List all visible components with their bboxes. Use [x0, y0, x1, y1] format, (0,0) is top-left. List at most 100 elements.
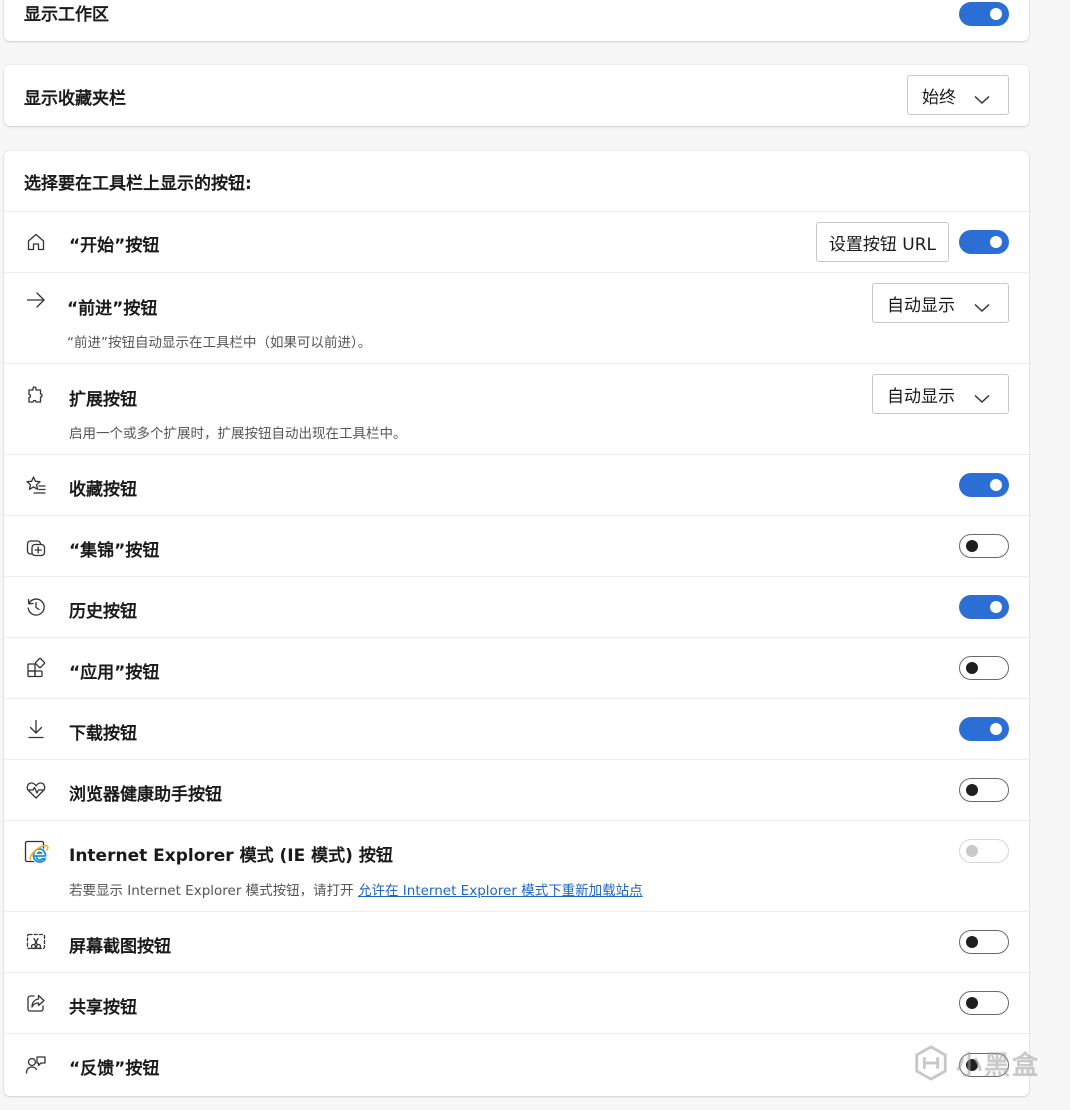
collections-toggle[interactable]: [959, 534, 1009, 558]
set-button-url-button[interactable]: 设置按钮 URL: [815, 222, 949, 262]
toolbar-item-home: “开始”按钮 设置按钮 URL: [4, 211, 1029, 272]
toolbar-item-extensions: 扩展按钮 启用一个或多个扩展时，扩展按钮自动出现在工具栏中。 自动显示: [4, 363, 1029, 454]
watermark: 小黑盒: [912, 1044, 1040, 1082]
share-label: 共享按钮: [69, 998, 137, 1018]
screenshot-icon: [25, 931, 47, 953]
show-workspaces-controls: [959, 2, 1009, 26]
show-workspaces-text: 显示工作区: [24, 0, 109, 25]
favorites-bar-text: 显示收藏夹栏: [24, 84, 126, 109]
toolbar-item-apps: “应用”按钮: [4, 637, 1029, 698]
favorites-toggle[interactable]: [959, 473, 1009, 497]
home-label: “开始”按钮: [69, 236, 160, 256]
extensions-select-value: 自动显示: [887, 386, 955, 407]
forward-select-value: 自动显示: [887, 295, 955, 316]
forward-text: “前进”按钮 “前进”按钮自动显示在工具栏中（如果可以前进）。: [67, 294, 371, 351]
downloads-controls: [959, 717, 1009, 741]
toolbar-buttons-card: 选择要在工具栏上显示的按钮: “开始”按钮 设置按钮 URL “前进”按钮 “前…: [4, 151, 1029, 1096]
toolbar-item-forward: “前进”按钮 “前进”按钮自动显示在工具栏中（如果可以前进）。 自动显示: [4, 272, 1029, 363]
favorites-controls: [959, 473, 1009, 497]
screenshot-label: 屏幕截图按钮: [69, 937, 171, 957]
feedback-text: “反馈”按钮: [69, 1054, 159, 1079]
downloads-label: 下载按钮: [69, 724, 137, 744]
watermark-text: 小黑盒: [955, 1050, 1040, 1081]
apps-label: “应用”按钮: [69, 663, 160, 683]
toggle-knob: [990, 601, 1002, 613]
toolbar-item-screenshot: 屏幕截图按钮: [4, 911, 1029, 972]
extensions-label: 扩展按钮: [69, 390, 137, 410]
share-text: 共享按钮: [69, 993, 137, 1018]
history-text: 历史按钮: [69, 597, 137, 622]
apps-icon: [25, 657, 47, 679]
feedback-icon: [25, 1054, 47, 1076]
show-workspaces-label: 显示工作区: [24, 5, 109, 25]
collections-icon: [25, 536, 47, 558]
history-icon: [25, 596, 47, 618]
collections-label: “集锦”按钮: [69, 541, 160, 561]
show-workspaces-toggle[interactable]: [959, 2, 1009, 26]
forward-select[interactable]: 自动显示: [872, 283, 1009, 323]
history-controls: [959, 595, 1009, 619]
favorites-label: 收藏按钮: [69, 480, 137, 500]
ie-mode-description-text: 若要显示 Internet Explorer 模式按钮，请打开: [69, 883, 358, 899]
toolbar-item-history: 历史按钮: [4, 576, 1029, 637]
favorites-bar-select[interactable]: 始终: [907, 75, 1009, 115]
extensions-description: 启用一个或多个扩展时，扩展按钮自动出现在工具栏中。: [69, 426, 407, 442]
screenshot-controls: [959, 930, 1009, 954]
toolbar-item-ie-mode: Internet Explorer 模式 (IE 模式) 按钮 若要显示 Int…: [4, 820, 1029, 911]
forward-label: “前进”按钮: [67, 299, 158, 319]
downloads-toggle[interactable]: [959, 717, 1009, 741]
toggle-knob: [990, 723, 1002, 735]
forward-description: “前进”按钮自动显示在工具栏中（如果可以前进）。: [67, 335, 372, 351]
download-icon: [25, 718, 47, 740]
share-toggle[interactable]: [959, 991, 1009, 1015]
show-workspaces-row: 显示工作区: [4, 0, 1029, 41]
toggle-knob: [990, 236, 1002, 248]
feedback-label: “反馈”按钮: [69, 1059, 160, 1079]
ie-mode-settings-link[interactable]: 允许在 Internet Explorer 模式下重新加载站点: [358, 883, 643, 899]
favorites-bar-select-value: 始终: [922, 87, 956, 108]
chevron-down-icon: [974, 298, 990, 313]
apps-toggle[interactable]: [959, 656, 1009, 680]
apps-controls: [959, 656, 1009, 680]
puzzle-icon: [25, 384, 47, 406]
toggle-knob: [966, 997, 978, 1009]
screenshot-toggle[interactable]: [959, 930, 1009, 954]
ie-mode-controls: [959, 839, 1009, 863]
home-toggle[interactable]: [959, 230, 1009, 254]
home-icon: [25, 231, 47, 253]
toolbar-item-feedback: “反馈”按钮: [4, 1033, 1029, 1095]
ie-mode-text: Internet Explorer 模式 (IE 模式) 按钮 若要显示 Int…: [69, 841, 643, 899]
browser-essentials-toggle[interactable]: [959, 778, 1009, 802]
extensions-text: 扩展按钮 启用一个或多个扩展时，扩展按钮自动出现在工具栏中。: [69, 385, 407, 442]
arrow-right-icon: [25, 289, 47, 311]
ie-mode-toggle: [959, 839, 1009, 863]
collections-text: “集锦”按钮: [69, 536, 159, 561]
favorites-bar-card: 显示收藏夹栏 始终: [4, 65, 1029, 126]
workspaces-card: 显示工作区: [4, 0, 1029, 41]
ie-mode-description: 若要显示 Internet Explorer 模式按钮，请打开 允许在 Inte…: [69, 879, 643, 899]
browser-essentials-controls: [959, 778, 1009, 802]
home-text: “开始”按钮: [69, 231, 159, 256]
toggle-knob: [990, 479, 1002, 491]
collections-controls: [959, 534, 1009, 558]
favorites-text: 收藏按钮: [69, 475, 137, 500]
history-label: 历史按钮: [69, 602, 137, 622]
history-toggle[interactable]: [959, 595, 1009, 619]
toggle-knob: [966, 540, 978, 552]
extensions-select[interactable]: 自动显示: [872, 374, 1009, 414]
downloads-text: 下载按钮: [69, 719, 137, 744]
forward-controls: 自动显示: [872, 283, 1009, 323]
favorites-bar-row: 显示收藏夹栏 始终: [4, 65, 1029, 126]
star-list-icon: [25, 474, 47, 496]
toolbar-item-favorites: 收藏按钮: [4, 454, 1029, 515]
browser-essentials-text: 浏览器健康助手按钮: [69, 780, 222, 805]
toggle-knob: [966, 662, 978, 674]
chevron-down-icon: [974, 90, 990, 105]
toggle-knob: [966, 845, 978, 857]
share-controls: [959, 991, 1009, 1015]
watermark-logo-icon: [915, 1045, 947, 1081]
share-icon: [25, 992, 47, 1014]
extensions-controls: 自动显示: [872, 374, 1009, 414]
toggle-knob: [966, 784, 978, 796]
home-controls: 设置按钮 URL: [815, 222, 1009, 262]
